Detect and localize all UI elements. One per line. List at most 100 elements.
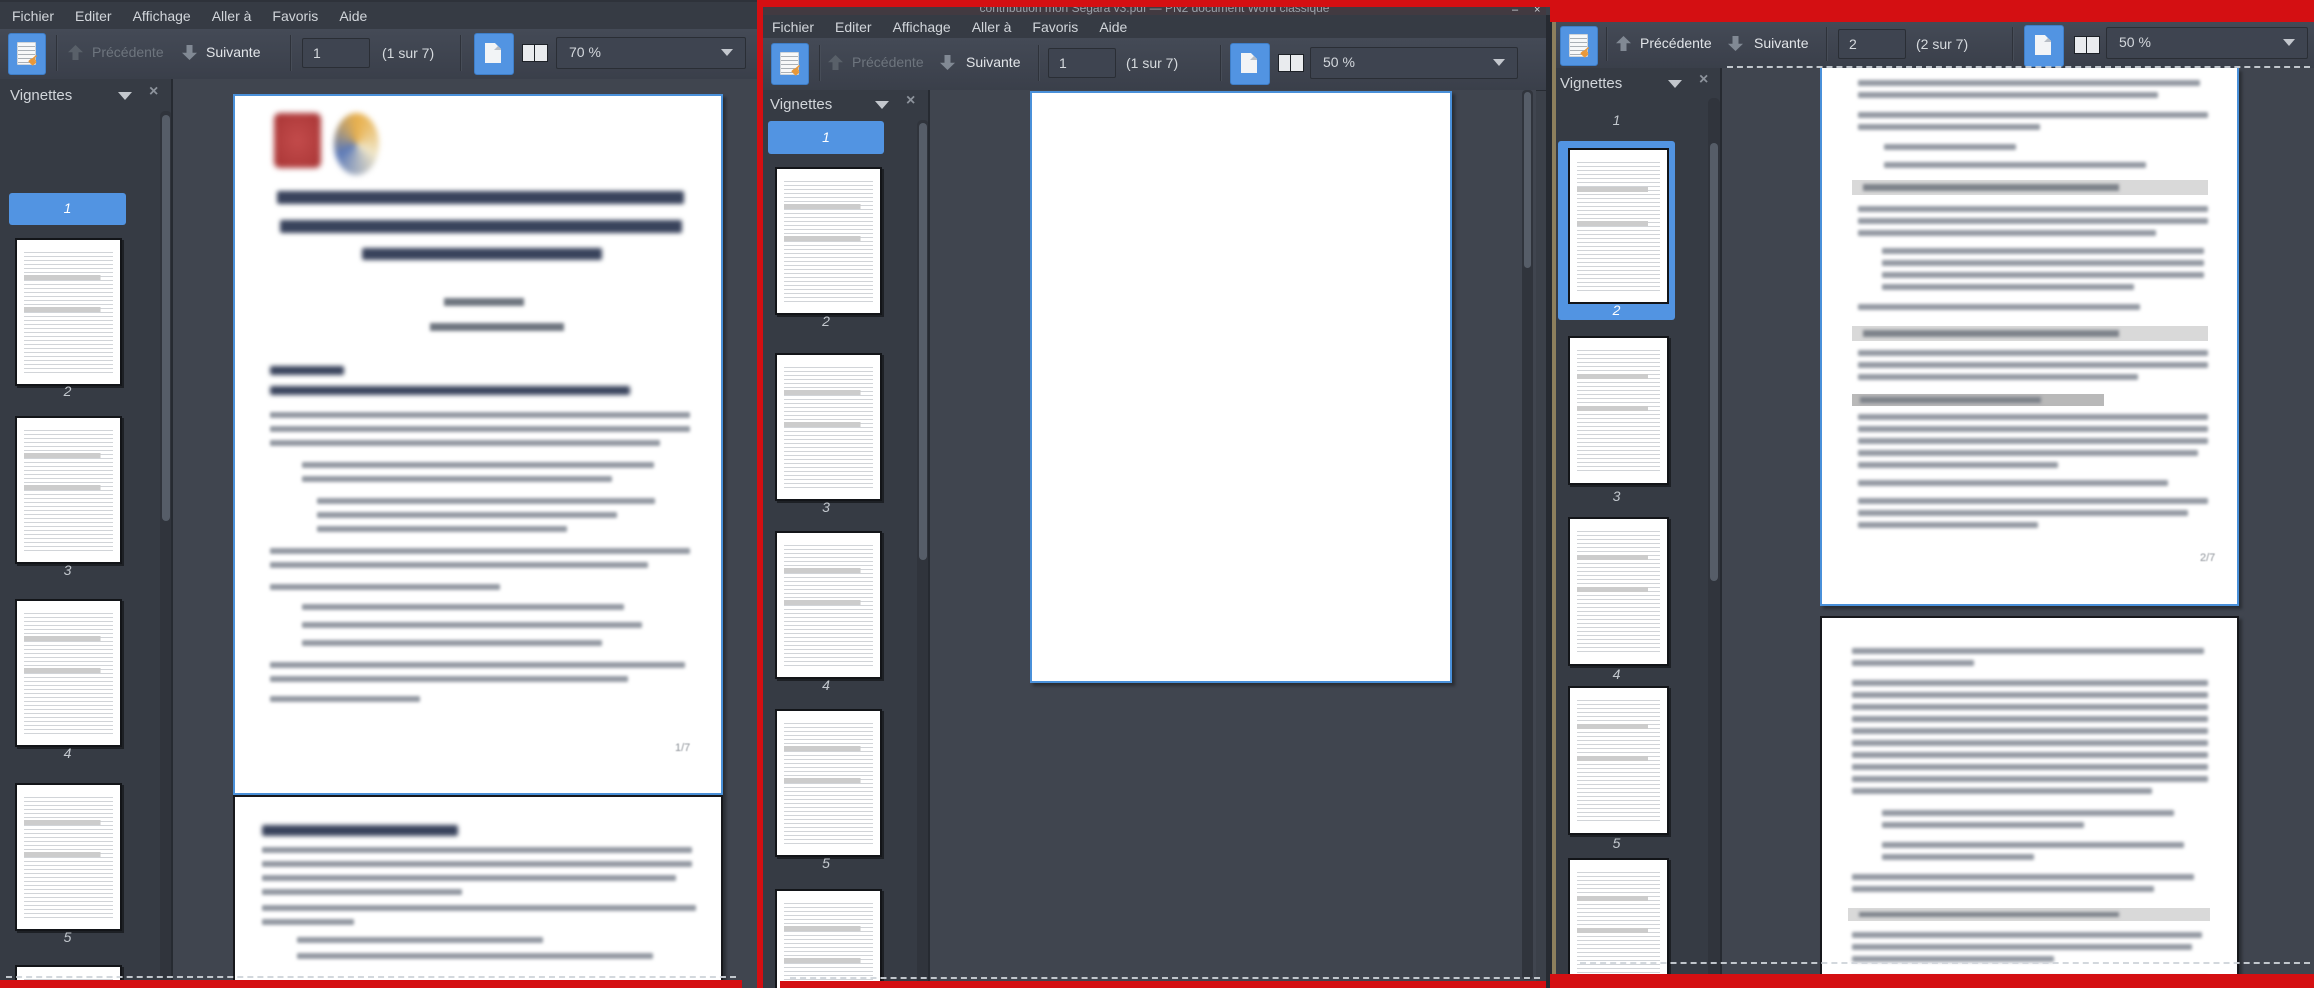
- thumbnail-page-5[interactable]: [775, 709, 882, 857]
- zoom-value: 50 %: [1323, 54, 1355, 70]
- thumbnail-label-page-5: 5: [822, 855, 830, 871]
- sidebar-toggle-button[interactable]: [474, 33, 514, 75]
- menu-item-editer[interactable]: Editer: [835, 19, 872, 35]
- sidebar-scrollbar[interactable]: [1708, 98, 1720, 986]
- document-page-3[interactable]: [1820, 616, 2239, 988]
- document-page-2[interactable]: [233, 795, 723, 988]
- thumbnail-page-4[interactable]: [15, 599, 122, 747]
- page-footer: 2/7: [2200, 552, 2216, 564]
- menu-item-aller-à[interactable]: Aller à: [972, 19, 1012, 35]
- page-number-input[interactable]: [1838, 29, 1906, 59]
- thumbnail-page-5[interactable]: [15, 783, 122, 931]
- thumbnail-label-page-2: 2: [63, 383, 72, 399]
- doc-hand-icon: ☛: [1569, 34, 1596, 62]
- document-page-1[interactable]: 1/7: [233, 94, 723, 795]
- document-area-right[interactable]: 2/7: [1722, 68, 2314, 988]
- page-number-input[interactable]: [1048, 48, 1116, 78]
- menubar-left: Fichier Editer Affichage Aller à Favoris Aide: [0, 2, 757, 29]
- zoom-select[interactable]: 70 %: [556, 37, 746, 69]
- annotation-left-edge: [757, 0, 763, 988]
- zoom-select[interactable]: 50 %: [1310, 47, 1518, 79]
- next-button[interactable]: Suivante: [1754, 35, 1808, 51]
- thumbnail-page-5[interactable]: [1568, 686, 1669, 835]
- thumbnail-label-page-3: 3: [1612, 488, 1621, 504]
- main-scrollbar[interactable]: [1522, 90, 1533, 980]
- close-icon[interactable]: ×: [1534, 5, 1540, 16]
- annotation-bottom-left: [0, 980, 742, 988]
- window-left: Fichier Editer Affichage Aller à Favoris Aide…: [0, 0, 757, 988]
- thumbnail-label-page-5: 5: [1612, 835, 1621, 851]
- page-count-label: (1 sur 7): [382, 45, 435, 61]
- menu-item-fichier[interactable]: Fichier: [772, 19, 814, 35]
- thumbnail-page-3[interactable]: [1568, 336, 1669, 485]
- thumbnail-page-6[interactable]: [775, 889, 882, 988]
- menu-item-aide[interactable]: Aide: [1099, 19, 1127, 35]
- previous-button[interactable]: Précédente: [852, 54, 924, 70]
- previous-button[interactable]: Précédente: [1640, 35, 1712, 51]
- toolbar-right: ☛ Précédente Suivante (2 sur 7) 50 %: [1556, 22, 2314, 69]
- toolbar-middle: ☛ Précédente Suivante (1 sur 7) 50 %: [763, 38, 1546, 91]
- titlebar[interactable]: contribution mon Ségara v3.pdf — PN2 doc…: [763, 7, 1546, 15]
- window-right: ☛ Précédente Suivante (2 sur 7) 50 % Vig…: [1546, 0, 2314, 988]
- zoom-select[interactable]: 50 %: [2106, 27, 2308, 59]
- thumbnail-page-6[interactable]: [1568, 858, 1669, 988]
- previous-button[interactable]: Précédente: [92, 44, 164, 60]
- document-area-left[interactable]: 1/7: [173, 79, 757, 988]
- sidebar-toggle-button[interactable]: [2024, 25, 2064, 67]
- dual-page-icon[interactable]: [522, 43, 548, 62]
- annotation-top-right: [1550, 0, 2314, 22]
- dual-page-icon[interactable]: [2074, 35, 2100, 54]
- annotation-dash-bottom-middle: [790, 977, 1540, 979]
- dropdown-arrow-icon: [1493, 59, 1505, 66]
- thumbnail-page-4[interactable]: [1568, 517, 1669, 666]
- annotation-dash-top-right: [1727, 66, 2310, 68]
- menu-item-favoris[interactable]: Favoris: [272, 8, 318, 24]
- menu-item-editer[interactable]: Editer: [75, 8, 112, 24]
- annotation-bottom-right: [1550, 974, 2314, 988]
- thumbnails-panel-left: Vignettes × 12345: [0, 79, 173, 988]
- minimize-icon[interactable]: –: [1512, 5, 1518, 16]
- logo-red: [274, 113, 321, 168]
- select-tool-button[interactable]: ☛: [1560, 26, 1598, 66]
- thumbnail-page-2[interactable]: [15, 238, 122, 386]
- menu-item-fichier[interactable]: Fichier: [12, 8, 54, 24]
- doc-hand-icon: ☛: [780, 52, 807, 80]
- select-tool-button[interactable]: ☛: [8, 33, 46, 75]
- page-number-input[interactable]: [302, 38, 370, 68]
- menu-item-favoris[interactable]: Favoris: [1032, 19, 1078, 35]
- document-area-middle[interactable]: [930, 90, 1536, 988]
- page-count-label: (1 sur 7): [1126, 55, 1179, 71]
- next-button[interactable]: Suivante: [206, 44, 260, 60]
- next-button[interactable]: Suivante: [966, 54, 1020, 70]
- window-title: contribution mon Ségara v3.pdf — PN2 doc…: [979, 7, 1330, 15]
- thumbnail-page-3[interactable]: [775, 353, 882, 501]
- toolbar-left: ☛ Précédente Suivante (1 sur 7) 70 %: [0, 29, 757, 80]
- menu-item-affichage[interactable]: Affichage: [893, 19, 951, 35]
- thumbnail-list: 1 2 3 4 5: [763, 90, 930, 988]
- zoom-value: 50 %: [2119, 34, 2151, 50]
- screen: Fichier Editer Affichage Aller à Favoris Aide…: [0, 0, 2314, 988]
- dual-page-icon[interactable]: [1278, 53, 1304, 72]
- previous-arrow-icon: [828, 55, 843, 70]
- document-page-2[interactable]: 2/7: [1820, 68, 2239, 606]
- menu-item-aller-à[interactable]: Aller à: [212, 8, 252, 24]
- thumbnail-selected-page-1[interactable]: 1: [768, 121, 884, 154]
- select-tool-button[interactable]: ☛: [771, 43, 809, 85]
- document-page-1-blank[interactable]: [1030, 91, 1452, 683]
- menu-item-affichage[interactable]: Affichage: [133, 8, 191, 24]
- annotation-top-middle: [763, 0, 1550, 7]
- sidebar-toggle-button[interactable]: [1230, 43, 1270, 85]
- thumbnail-selected-page-2[interactable]: 2: [1558, 141, 1675, 320]
- thumbnail-page-3[interactable]: [15, 416, 122, 564]
- next-arrow-icon: [1728, 36, 1743, 51]
- thumbnail-page-4[interactable]: [775, 531, 882, 679]
- menu-item-aide[interactable]: Aide: [339, 8, 367, 24]
- next-arrow-icon: [940, 55, 955, 70]
- thumbnail-list: 1 2 3 4 5: [1556, 68, 1722, 988]
- thumbnail-label-page-1: 1: [1612, 112, 1621, 128]
- thumbnail-page-2[interactable]: [775, 167, 882, 315]
- previous-arrow-icon: [1616, 36, 1631, 51]
- thumbnail-selected-page-1[interactable]: 1: [9, 193, 126, 225]
- thumbnail-label-page-4: 4: [822, 677, 830, 693]
- logo-shield: [334, 113, 379, 175]
